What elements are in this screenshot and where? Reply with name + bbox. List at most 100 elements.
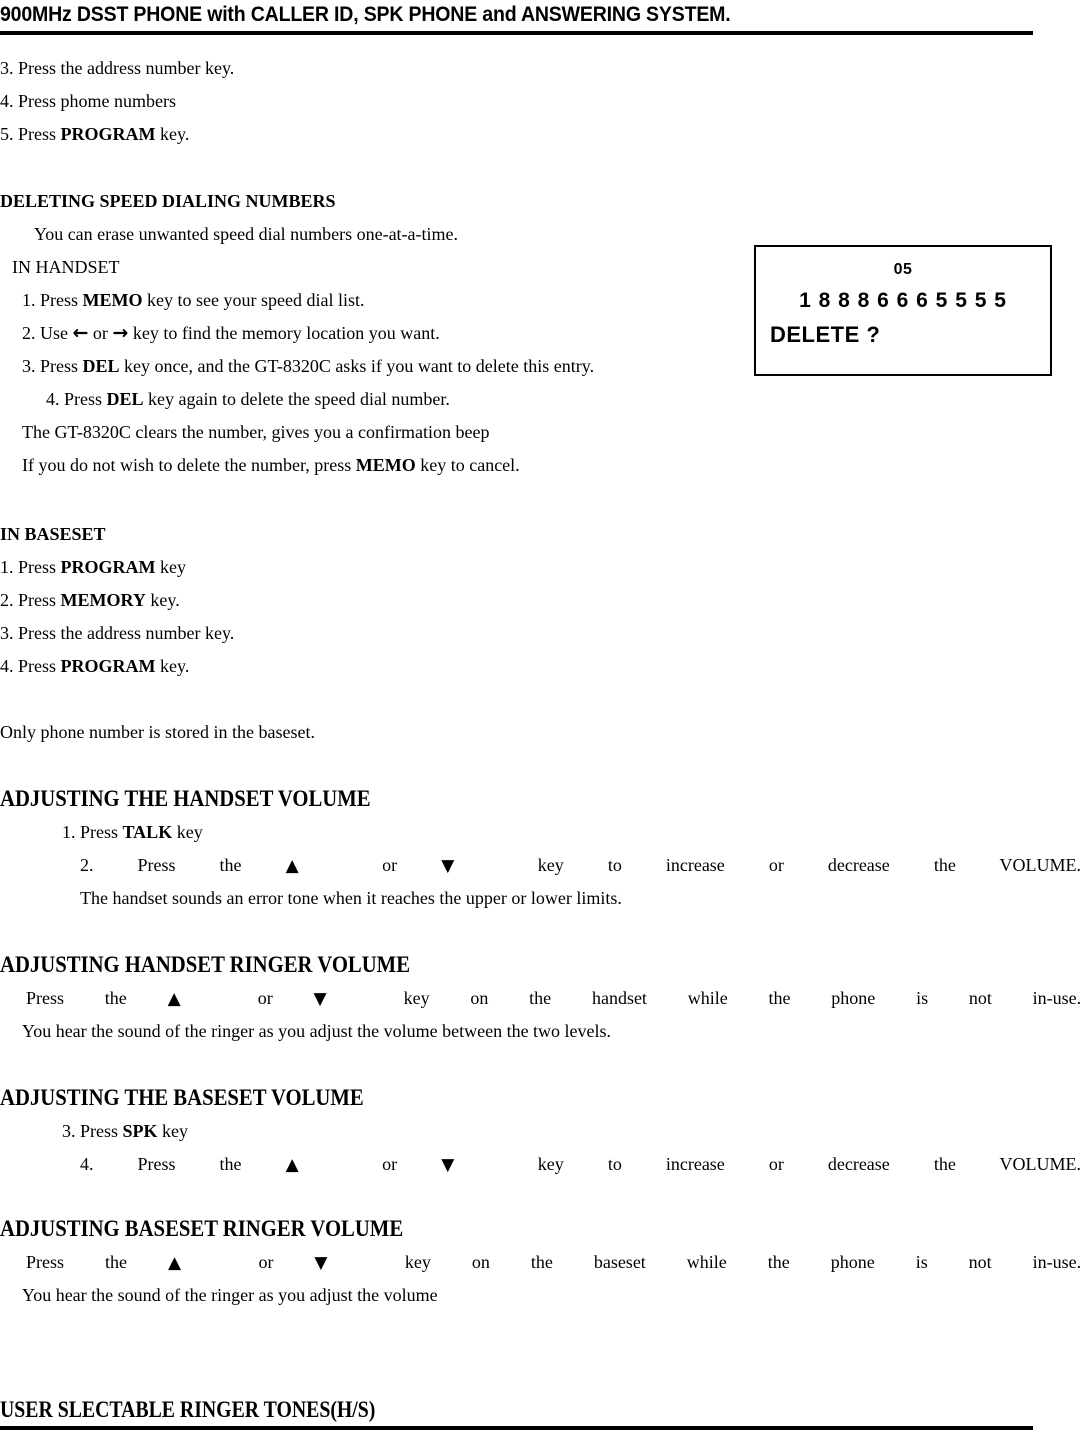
handset-step-4-post: key again to delete the speed dial numbe… xyxy=(143,389,450,409)
baseset-step-2-pre: 2. Press xyxy=(0,590,61,610)
justified-word: on xyxy=(471,1252,490,1272)
step-line-5-pre: 5. Press xyxy=(0,124,61,144)
baseset-volume-section: ADJUSTING THE BASESET VOLUME 3. Press SP… xyxy=(0,1081,1083,1181)
justified-word: while xyxy=(686,1252,727,1272)
baseset-ringer-section: ADJUSTING BASESET RINGER VOLUME Press th… xyxy=(0,1212,1083,1312)
memory-key-label: MEMORY xyxy=(60,590,146,610)
justified-word: not xyxy=(968,988,992,1008)
handset-ringer-section: ADJUSTING HANDSET RINGER VOLUME Press th… xyxy=(0,948,1083,1048)
justified-word: the xyxy=(104,1252,127,1272)
section-heading-baseset-ringer: ADJUSTING BASESET RINGER VOLUME xyxy=(0,1216,404,1241)
justified-word: key xyxy=(403,988,430,1008)
baseset-volume-step-3-pre: 3. Press xyxy=(62,1121,123,1141)
page-title: 900MHz DSST PHONE with CALLER ID, SPK PH… xyxy=(0,3,731,26)
baseset-step-1: 1. Press PROGRAM key xyxy=(0,551,1083,584)
subheading-in-baseset: IN BASESET xyxy=(0,524,106,544)
baseset-ringer-line: Press the ▲ or ▼ key on the baseset whil… xyxy=(26,1246,1081,1279)
handset-volume-step-1-post: key xyxy=(172,822,203,842)
baseset-step-4: 4. Press PROGRAM key. xyxy=(0,650,1083,683)
triangle-up-icon: ▲ xyxy=(285,856,339,876)
baseset-step-1-pre: 1. Press xyxy=(0,557,61,577)
footer-title: USER SLECTABLE RINGER TONES(H/S) xyxy=(0,1397,376,1422)
deleting-note-2-pre: If you do not wish to delete the number,… xyxy=(22,455,356,475)
justified-word: the xyxy=(219,1154,242,1174)
arrow-right-icon: → xyxy=(112,322,129,344)
spk-key-label: SPK xyxy=(122,1121,158,1141)
steps-continued-block: 3. Press the address number key. 4. Pres… xyxy=(0,52,1083,151)
handset-step-1-post: key to see your speed dial list. xyxy=(142,290,365,310)
triangle-up-icon: ▲ xyxy=(167,1253,218,1273)
section-heading-handset-volume: ADJUSTING THE HANDSET VOLUME xyxy=(0,786,371,811)
lcd-prompt: DELETE ? xyxy=(770,322,881,347)
justified-word: phone xyxy=(831,988,876,1008)
document-page: 900MHz DSST PHONE with CALLER ID, SPK PH… xyxy=(0,0,1083,1445)
justified-word: the xyxy=(767,1252,790,1272)
in-baseset-section: IN BASESET 1. Press PROGRAM key 2. Press… xyxy=(0,518,1083,749)
baseset-step-4-post: key. xyxy=(155,656,190,676)
del-key-label: DEL xyxy=(82,356,120,376)
baseset-step-2-post: key. xyxy=(145,590,180,610)
handset-step-3-post: key once, and the GT-8320C asks if you w… xyxy=(119,356,595,376)
handset-ringer-note: You hear the sound of the ringer as you … xyxy=(22,1021,612,1041)
baseset-step-3: 3. Press the address number key. xyxy=(0,623,235,643)
arrow-left-icon: ← xyxy=(72,322,89,344)
triangle-up-icon: ▲ xyxy=(285,1155,339,1175)
justified-word: Press xyxy=(26,1252,65,1272)
step-line-4: 4. Press phome numbers xyxy=(0,91,176,111)
program-key-label: PROGRAM xyxy=(60,124,156,144)
del-key-label-2: DEL xyxy=(106,389,144,409)
document-header: 900MHz DSST PHONE with CALLER ID, SPK PH… xyxy=(0,2,1035,35)
handset-volume-note: The handset sounds an error tone when it… xyxy=(80,888,622,908)
justified-word: VOLUME. xyxy=(999,1154,1082,1174)
justified-word: the xyxy=(219,855,242,875)
justified-word: on xyxy=(470,988,489,1008)
step-line-5: 5. Press PROGRAM key. xyxy=(0,118,1083,151)
handset-step-2-mid: or xyxy=(88,323,113,343)
justified-word: key xyxy=(537,855,564,875)
baseset-note: Only phone number is stored in the bases… xyxy=(0,722,315,742)
triangle-down-icon: ▼ xyxy=(313,989,363,1009)
handset-ringer-line: Press the ▲ or ▼ key on the handset whil… xyxy=(26,982,1081,1015)
section-heading-handset-ringer: ADJUSTING HANDSET RINGER VOLUME xyxy=(0,952,411,977)
justified-word: 2. Press xyxy=(80,855,176,875)
baseset-spacer xyxy=(0,683,1083,716)
justified-word: in-use. xyxy=(1032,1252,1082,1272)
justified-word: key xyxy=(404,1252,431,1272)
lcd-phone-number: 1 8 8 8 6 6 6 5 5 5 5 xyxy=(799,289,1007,312)
deleting-note-1: The GT-8320C clears the number, gives yo… xyxy=(22,422,490,442)
handset-step-4-pre: 4. Press xyxy=(46,389,107,409)
baseset-ringer-note: You hear the sound of the ringer as you … xyxy=(22,1285,438,1305)
header-divider xyxy=(0,31,1033,35)
justified-word: increase xyxy=(665,1154,725,1174)
document-footer: USER SLECTABLE RINGER TONES(H/S) xyxy=(0,1396,1035,1430)
justified-word: decrease xyxy=(827,1154,890,1174)
justified-word: while xyxy=(687,988,728,1008)
triangle-down-icon: ▼ xyxy=(441,1155,494,1175)
justified-word: to xyxy=(607,1154,622,1174)
justified-word: or xyxy=(768,1154,784,1174)
baseset-volume-step-4: 4. Press the ▲ or ▼ key to increase or d… xyxy=(80,1148,1081,1181)
triangle-down-icon: ▼ xyxy=(441,856,494,876)
section-heading-baseset-volume: ADJUSTING THE BASESET VOLUME xyxy=(0,1085,364,1110)
deleting-note-2: If you do not wish to delete the number,… xyxy=(0,449,1083,482)
memo-key-label: MEMO xyxy=(82,290,143,310)
handset-step-1-pre: 1. Press xyxy=(22,290,83,310)
justified-word: or xyxy=(258,1252,274,1272)
deleting-note-2-post: key to cancel. xyxy=(415,455,520,475)
triangle-up-icon: ▲ xyxy=(167,989,217,1009)
handset-step-3-pre: 3. Press xyxy=(22,356,83,376)
justified-word: the xyxy=(933,1154,956,1174)
justified-word: or xyxy=(382,1154,398,1174)
memo-key-label-2: MEMO xyxy=(355,455,416,475)
footer-divider xyxy=(0,1426,1033,1430)
program-key-label-2: PROGRAM xyxy=(60,557,156,577)
baseset-volume-step-3: 3. Press SPK key xyxy=(0,1115,1083,1148)
justified-word: the xyxy=(768,988,791,1008)
justified-word: or xyxy=(768,855,784,875)
justified-word: handset xyxy=(591,988,647,1008)
triangle-down-icon: ▼ xyxy=(314,1253,364,1273)
handset-step-2-post: key to find the memory location you want… xyxy=(128,323,440,343)
baseset-volume-step-3-post: key xyxy=(157,1121,189,1141)
justified-word: 4. Press xyxy=(80,1154,176,1174)
lcd-display-illustration: 05 1 8 8 8 6 6 6 5 5 5 5 DELETE ? xyxy=(754,245,1052,376)
